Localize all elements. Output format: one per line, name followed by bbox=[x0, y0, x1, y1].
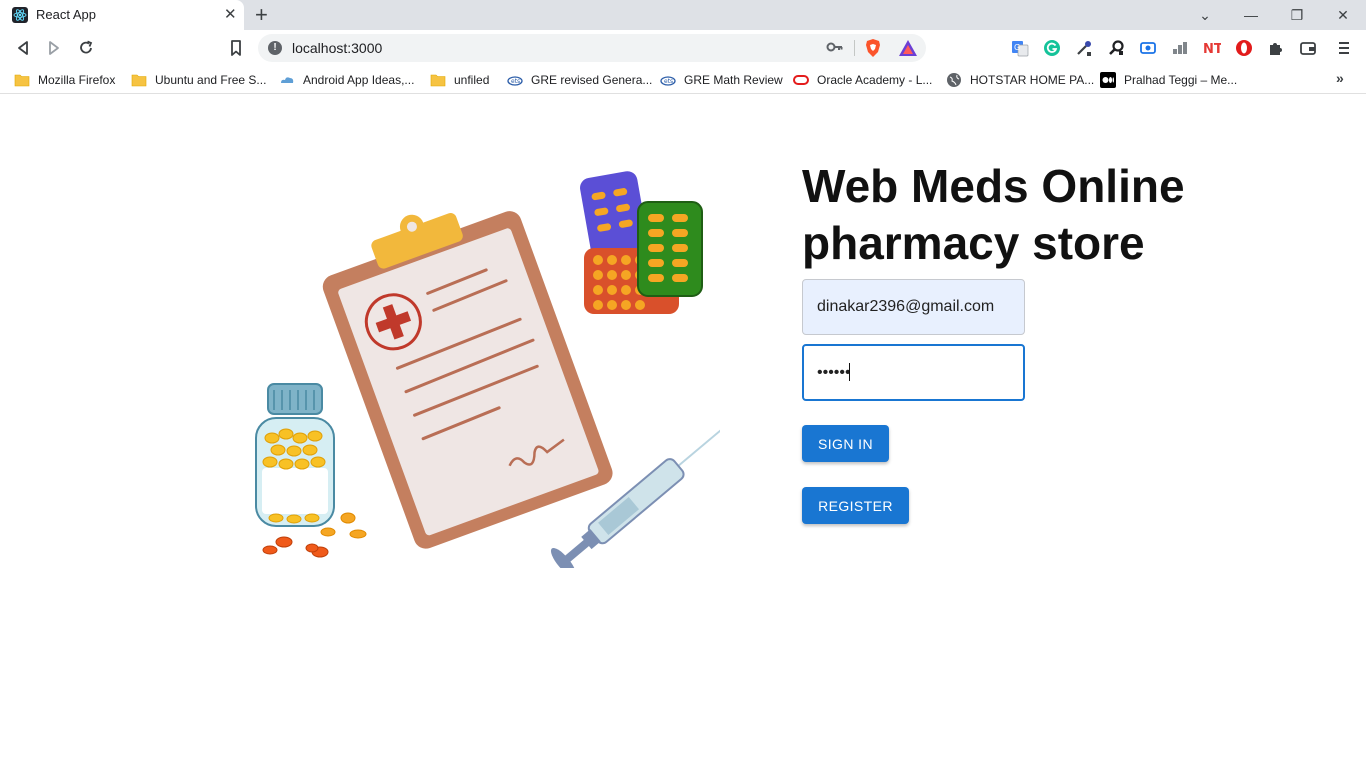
bookmark-item[interactable]: Oracle Academy - L... bbox=[793, 72, 932, 88]
react-icon bbox=[12, 7, 28, 23]
ets-icon: ets bbox=[660, 76, 676, 86]
folder-icon bbox=[14, 74, 30, 87]
globe-icon bbox=[947, 73, 961, 87]
nt-extension-icon[interactable]: NT bbox=[1203, 39, 1221, 57]
tab-title: React App bbox=[36, 7, 96, 22]
tab-search-button[interactable]: ⌄ bbox=[1193, 4, 1217, 26]
bookmark-item[interactable]: Ubuntu and Free S... bbox=[131, 72, 266, 88]
blister-packs-illustration bbox=[580, 171, 703, 314]
oracle-icon bbox=[793, 75, 809, 85]
bookmark-label: unfiled bbox=[454, 73, 490, 87]
screen-recorder-extension-icon[interactable] bbox=[1139, 39, 1157, 57]
svg-text:ets: ets bbox=[511, 78, 520, 85]
bookmark-item[interactable]: unfiled bbox=[430, 72, 489, 88]
bookmark-item[interactable]: Pralhad Teggi – Me... bbox=[1100, 72, 1237, 88]
text-cursor bbox=[849, 363, 850, 381]
bookmark-item[interactable]: HOTSTAR HOME PA... bbox=[946, 72, 1094, 88]
folder-icon bbox=[430, 74, 446, 87]
register-button[interactable]: REGISTER bbox=[802, 487, 909, 524]
brave-rewards-icon[interactable] bbox=[898, 39, 918, 57]
back-icon[interactable] bbox=[12, 38, 34, 58]
bookmark-label: HOTSTAR HOME PA... bbox=[970, 73, 1095, 87]
bookmark-label: Android App Ideas,... bbox=[303, 73, 415, 87]
wallet-icon[interactable] bbox=[1299, 39, 1317, 57]
bookmark-label: Mozilla Firefox bbox=[38, 73, 116, 87]
browser-tab[interactable]: React App ✕ bbox=[0, 0, 244, 30]
email-field[interactable] bbox=[802, 279, 1025, 335]
stats-extension-icon[interactable] bbox=[1171, 39, 1189, 57]
minimize-button[interactable]: — bbox=[1239, 4, 1263, 26]
opera-extension-icon[interactable] bbox=[1235, 39, 1253, 57]
bookmark-label: Oracle Academy - L... bbox=[817, 73, 933, 87]
bookmark-label: GRE revised Genera... bbox=[531, 73, 653, 87]
bookmarks-bar: Mozilla Firefox Ubuntu and Free S... And… bbox=[0, 66, 1366, 94]
sign-in-button[interactable]: SIGN IN bbox=[802, 425, 889, 462]
bookmarks-overflow-button[interactable]: » bbox=[1336, 70, 1344, 86]
key-icon[interactable] bbox=[826, 39, 844, 55]
medium-icon bbox=[1100, 72, 1116, 88]
pill-bottle-illustration bbox=[255, 383, 367, 558]
svg-text:NT: NT bbox=[1203, 42, 1221, 57]
omnibox-divider bbox=[854, 40, 855, 56]
bookmark-label: Pralhad Teggi – Me... bbox=[1124, 73, 1238, 87]
password-field[interactable] bbox=[802, 344, 1025, 401]
bookmark-item[interactable]: ets GRE Math Review bbox=[660, 72, 783, 88]
grammarly-extension-icon[interactable] bbox=[1043, 39, 1061, 57]
forward-icon[interactable] bbox=[43, 38, 65, 58]
browser-toolbar: ! localhost:3000 G NT bbox=[0, 30, 1366, 66]
extensions-puzzle-icon[interactable] bbox=[1267, 39, 1285, 57]
bookmark-icon[interactable] bbox=[225, 38, 247, 58]
bookmark-item[interactable]: Mozilla Firefox bbox=[14, 72, 115, 88]
bookmark-label: Ubuntu and Free S... bbox=[155, 73, 267, 87]
folder-icon bbox=[131, 74, 147, 87]
page-title: Web Meds Online pharmacy store bbox=[802, 160, 1185, 269]
tab-strip: React App ✕ + ⌄ — ❐ ✕ bbox=[0, 0, 1366, 30]
tools-extension-icon[interactable] bbox=[1107, 39, 1125, 57]
site-info-icon[interactable]: ! bbox=[268, 41, 282, 55]
bookmark-label: GRE Math Review bbox=[684, 73, 783, 87]
cloud-icon bbox=[281, 77, 294, 83]
new-tab-button[interactable]: + bbox=[255, 3, 268, 27]
restore-button[interactable]: ❐ bbox=[1285, 4, 1309, 26]
bookmark-item[interactable]: ets GRE revised Genera... bbox=[507, 72, 652, 88]
pharmacy-illustration bbox=[255, 171, 720, 568]
tab-close-icon[interactable]: ✕ bbox=[224, 6, 237, 24]
eyedropper-extension-icon[interactable] bbox=[1075, 39, 1093, 57]
clipboard-illustration bbox=[322, 211, 613, 549]
close-window-button[interactable]: ✕ bbox=[1331, 4, 1355, 26]
ets-icon: ets bbox=[507, 76, 523, 86]
translate-extension-icon[interactable]: G bbox=[1011, 39, 1029, 57]
page-content: Web Meds Online pharmacy store SIGN IN R… bbox=[0, 98, 1366, 768]
svg-text:ets: ets bbox=[664, 78, 673, 85]
address-bar[interactable]: ! localhost:3000 bbox=[258, 34, 926, 62]
brave-shield-icon[interactable] bbox=[864, 38, 882, 58]
bookmark-item[interactable]: Android App Ideas,... bbox=[279, 72, 414, 88]
menu-icon[interactable] bbox=[1335, 39, 1353, 57]
svg-text:G: G bbox=[1014, 43, 1020, 52]
reload-icon[interactable] bbox=[75, 38, 97, 58]
address-url[interactable]: localhost:3000 bbox=[292, 40, 382, 56]
